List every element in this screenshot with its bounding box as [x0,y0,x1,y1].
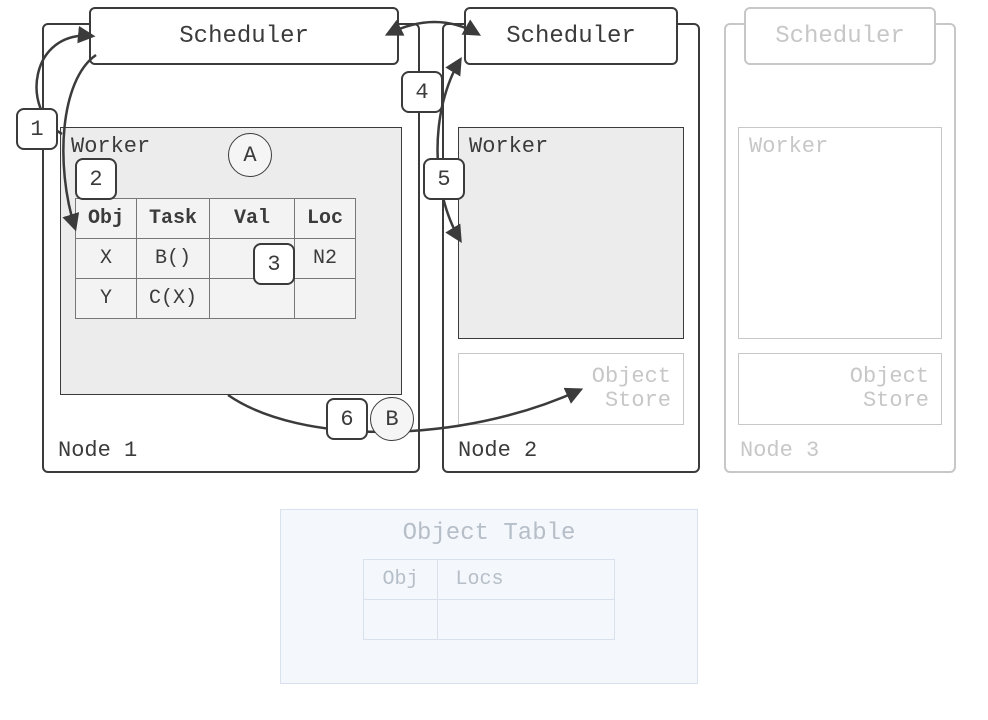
node3-box: Scheduler Worker Object Store Node 3 [724,23,956,473]
node3-object-store-box: Object Store [738,353,942,425]
table-header-row: Obj Task Val Loc [76,199,356,239]
cell-obj: X [76,239,137,279]
cell-task: B() [137,239,210,279]
hdr-loc: Loc [295,199,356,239]
node-label: Node 1 [58,438,137,463]
marker-1: 1 [16,108,58,150]
cell-obj: Y [76,279,137,319]
worker-table: Obj Task Val Loc X B() N2 Y C(X) [75,198,356,319]
node1-scheduler-box: Scheduler [89,7,399,65]
object-store-label: Object Store [592,365,671,413]
marker-3: 3 [253,243,295,285]
hdr-val: Val [210,199,295,239]
worker-label: Worker [469,134,548,159]
cell-loc [295,279,356,319]
ot-hdr-locs: Locs [437,560,614,600]
node3-scheduler-box: Scheduler [744,7,936,65]
table-row: Y C(X) [76,279,356,319]
marker-5: 5 [423,158,465,200]
object-table-title: Object Table [281,520,697,547]
scheduler-label: Scheduler [179,23,309,50]
node2-scheduler-box: Scheduler [464,7,677,65]
worker-label: Worker [749,134,828,159]
hdr-obj: Obj [76,199,137,239]
ot-cell [437,600,614,640]
node3-worker-box: Worker [738,127,942,339]
marker-A: A [228,133,272,177]
scheduler-label: Scheduler [506,23,636,50]
table-row: X B() N2 [76,239,356,279]
object-store-label: Object Store [850,365,929,413]
scheduler-label: Scheduler [775,23,905,50]
cell-task: C(X) [137,279,210,319]
ot-cell [364,600,437,640]
node-label: Node 3 [740,438,819,463]
object-table: Obj Locs [363,559,614,640]
worker-label: Worker [71,134,150,159]
cell-loc: N2 [295,239,356,279]
marker-2: 2 [75,158,117,200]
object-table-box: Object Table Obj Locs [280,509,698,684]
ot-hdr-obj: Obj [364,560,437,600]
marker-6: 6 [326,398,368,440]
node2-worker-box: Worker [458,127,684,339]
node2-object-store-box: Object Store [458,353,684,425]
node-label: Node 2 [458,438,537,463]
node2-box: Scheduler Worker Object Store Node 2 [442,23,700,473]
marker-B: B [370,397,414,441]
hdr-task: Task [137,199,210,239]
marker-4: 4 [401,71,443,113]
